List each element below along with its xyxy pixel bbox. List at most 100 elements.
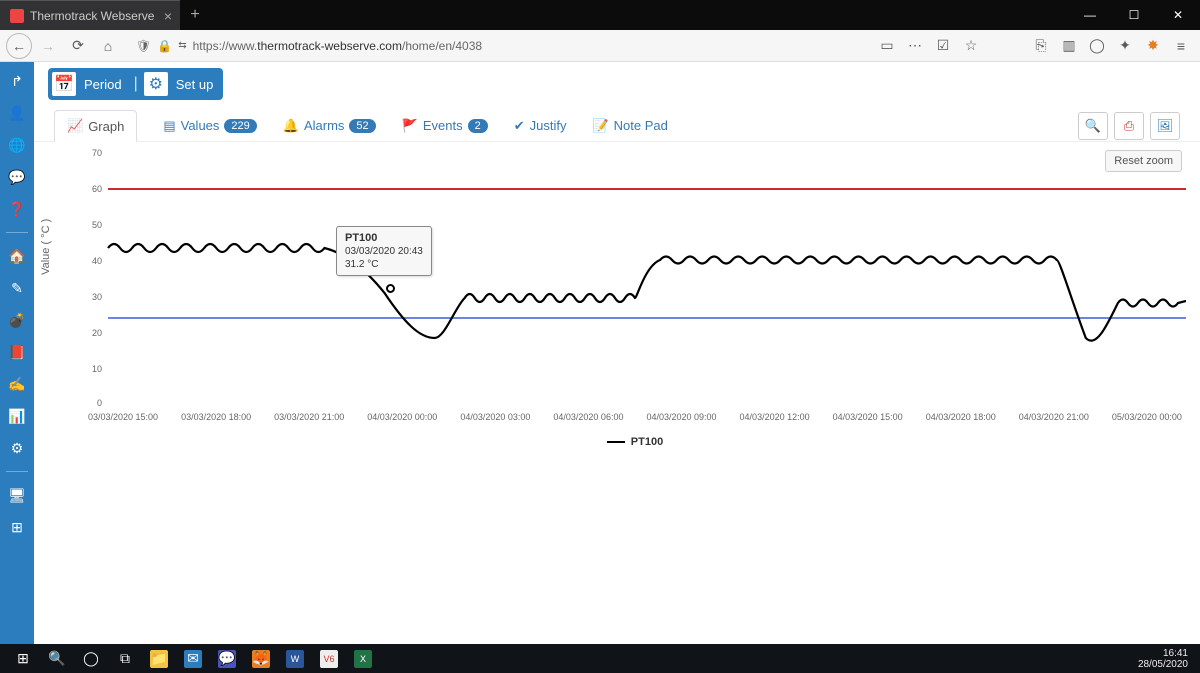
address-bar[interactable]: 🛡 🔒 ⇆ https://www.thermotrack-webserve.c… <box>136 33 776 59</box>
browser-tab[interactable]: Thermotrack Webserve × <box>0 0 180 30</box>
home-button[interactable]: ⌂ <box>94 32 122 60</box>
notepad-icon: 📝 <box>592 118 608 134</box>
menu-icon[interactable]: ≡ <box>1168 33 1194 59</box>
svg-text:10: 10 <box>92 364 102 374</box>
mail-icon[interactable]: ✉ <box>176 644 210 673</box>
account-icon[interactable]: ◯ <box>1084 33 1110 59</box>
star-icon[interactable]: ✦ <box>1112 33 1138 59</box>
rail-grid-icon[interactable]: ⊞ <box>0 512 34 542</box>
word-icon[interactable]: W <box>278 644 312 673</box>
pdf-export-button[interactable]: ⎙ <box>1114 112 1144 140</box>
reload-button[interactable]: ⟳ <box>64 32 92 60</box>
more-icon[interactable]: ⋯ <box>902 33 928 59</box>
chart-tooltip: PT100 03/03/2020 20:43 31.2 °C <box>336 226 432 276</box>
svg-text:0: 0 <box>97 398 102 408</box>
rail-user-icon[interactable]: 👤 <box>0 98 34 128</box>
alarms-badge: 52 <box>349 119 375 133</box>
period-button[interactable]: Period <box>80 77 132 92</box>
flag-icon: 🚩 <box>402 118 418 134</box>
teams-icon[interactable]: 💬 <box>210 644 244 673</box>
taskbar-search-icon[interactable]: 🔍 <box>40 644 74 673</box>
firefox-icon[interactable]: 🦊 <box>244 644 278 673</box>
svg-text:30: 30 <box>92 292 102 302</box>
svg-text:60: 60 <box>92 184 102 194</box>
rail-export-icon[interactable]: ↱ <box>0 66 34 96</box>
bookmark-icon[interactable]: ☆ <box>958 33 984 59</box>
app-icon[interactable]: V6 <box>312 644 346 673</box>
browser-titlebar: Thermotrack Webserve × + — ☐ ✕ <box>0 0 1200 30</box>
maximize-button[interactable]: ☐ <box>1112 0 1156 30</box>
hover-point-marker <box>386 284 395 293</box>
left-rail: ↱ 👤 🌐 💬 ❓ 🏠 ✎ 💣 📕 ✍ 📊 ⚙ 🖥 ⊞ <box>0 62 34 644</box>
rail-monitor-icon[interactable]: 🖥 <box>0 480 34 510</box>
forward-button[interactable]: → <box>34 32 62 60</box>
main-content: 📅 Period | ⚙ Set up 📈 Graph ▤ Values 229… <box>34 62 1200 644</box>
extension-icon[interactable]: ✸ <box>1140 33 1166 59</box>
tab-justify[interactable]: ✔ Justify <box>514 118 567 134</box>
series-pt100 <box>108 244 1186 341</box>
rail-compose-icon[interactable]: ✍ <box>0 369 34 399</box>
setup-button[interactable]: Set up <box>172 77 224 92</box>
explorer-icon[interactable]: 📁 <box>142 644 176 673</box>
rail-bomb-icon[interactable]: 💣 <box>0 305 34 335</box>
rail-chat-icon[interactable]: 💬 <box>0 162 34 192</box>
period-setup-pill: 📅 Period | ⚙ Set up <box>48 68 223 100</box>
rail-globe-icon[interactable]: 🌐 <box>0 130 34 160</box>
rail-help-icon[interactable]: ❓ <box>0 194 34 224</box>
calendar-icon[interactable]: 📅 <box>51 71 77 97</box>
close-window-button[interactable]: ✕ <box>1156 0 1200 30</box>
list-icon: ▤ <box>163 118 175 134</box>
x-axis-ticks: 03/03/2020 15:0003/03/2020 18:0003/03/20… <box>84 412 1186 422</box>
start-button[interactable]: ⊞ <box>6 644 40 673</box>
url-text: https://www.thermotrack-webserve.com/hom… <box>193 39 482 53</box>
tab-graph[interactable]: 📈 Graph <box>54 110 137 142</box>
tab-alarms[interactable]: 🔔 Alarms 52 <box>283 118 376 134</box>
gear-icon[interactable]: ⚙ <box>143 71 169 97</box>
back-button[interactable]: ← <box>6 33 32 59</box>
sidebar-icon[interactable]: ▥ <box>1056 33 1082 59</box>
rail-settings-icon[interactable]: ⚙ <box>0 433 34 463</box>
rail-home-icon[interactable]: 🏠 <box>0 241 34 271</box>
svg-text:70: 70 <box>92 148 102 158</box>
minimize-button[interactable]: — <box>1068 0 1112 30</box>
bell-icon: 🔔 <box>283 118 299 134</box>
search-button[interactable]: 🔍 <box>1078 112 1108 140</box>
windows-taskbar: ⊞ 🔍 ◯ ⧉ 📁 ✉ 💬 🦊 W V6 X 16:41 28/05/2020 <box>0 644 1200 673</box>
new-tab-button[interactable]: + <box>180 0 210 30</box>
rail-edit-icon[interactable]: ✎ <box>0 273 34 303</box>
tab-title: Thermotrack Webserve <box>30 9 154 23</box>
chart-legend[interactable]: PT100 <box>84 436 1186 448</box>
action-bar: 📅 Period | ⚙ Set up <box>34 62 1200 106</box>
events-badge: 2 <box>468 119 488 133</box>
check-icon: ✔ <box>514 118 525 134</box>
rail-dashboard-icon[interactable]: 📊 <box>0 401 34 431</box>
chart-icon: 📈 <box>67 118 83 134</box>
tab-events[interactable]: 🚩 Events 2 <box>402 118 488 134</box>
system-tray[interactable]: 16:41 28/05/2020 <box>1138 648 1194 670</box>
settings-toggle-icon: ⇆ <box>178 40 186 51</box>
image-export-button[interactable]: 🖼 <box>1150 112 1180 140</box>
lock-icon: 🔒 <box>157 39 172 53</box>
svg-text:20: 20 <box>92 328 102 338</box>
svg-text:40: 40 <box>92 256 102 266</box>
close-tab-icon[interactable]: × <box>164 8 172 24</box>
taskview-icon[interactable]: ⧉ <box>108 644 142 673</box>
values-badge: 229 <box>224 119 256 133</box>
favicon <box>10 9 24 23</box>
reset-zoom-button[interactable]: Reset zoom <box>1105 150 1182 172</box>
reader-icon[interactable]: ▭ <box>874 33 900 59</box>
chart-svg[interactable]: 70 60 50 40 30 20 10 0 <box>84 148 1186 408</box>
tab-values[interactable]: ▤ Values 229 <box>163 118 256 134</box>
browser-toolbar: ← → ⟳ ⌂ 🛡 🔒 ⇆ https://www.thermotrack-we… <box>0 30 1200 62</box>
tray-time: 16:41 <box>1138 648 1188 659</box>
cortana-icon[interactable]: ◯ <box>74 644 108 673</box>
shield-icon: 🛡 <box>136 39 151 53</box>
tab-notepad[interactable]: 📝 Note Pad <box>592 118 667 134</box>
svg-text:50: 50 <box>92 220 102 230</box>
rail-book-icon[interactable]: 📕 <box>0 337 34 367</box>
sub-tabs: 📈 Graph ▤ Values 229 🔔 Alarms 52 🚩 Event… <box>34 106 1200 142</box>
library-icon[interactable]: ⎘ <box>1028 33 1054 59</box>
chart-area[interactable]: Reset zoom Value ( °C ) 706050 403020 10… <box>84 148 1186 458</box>
excel-icon[interactable]: X <box>346 644 380 673</box>
protection-icon[interactable]: ☑ <box>930 33 956 59</box>
